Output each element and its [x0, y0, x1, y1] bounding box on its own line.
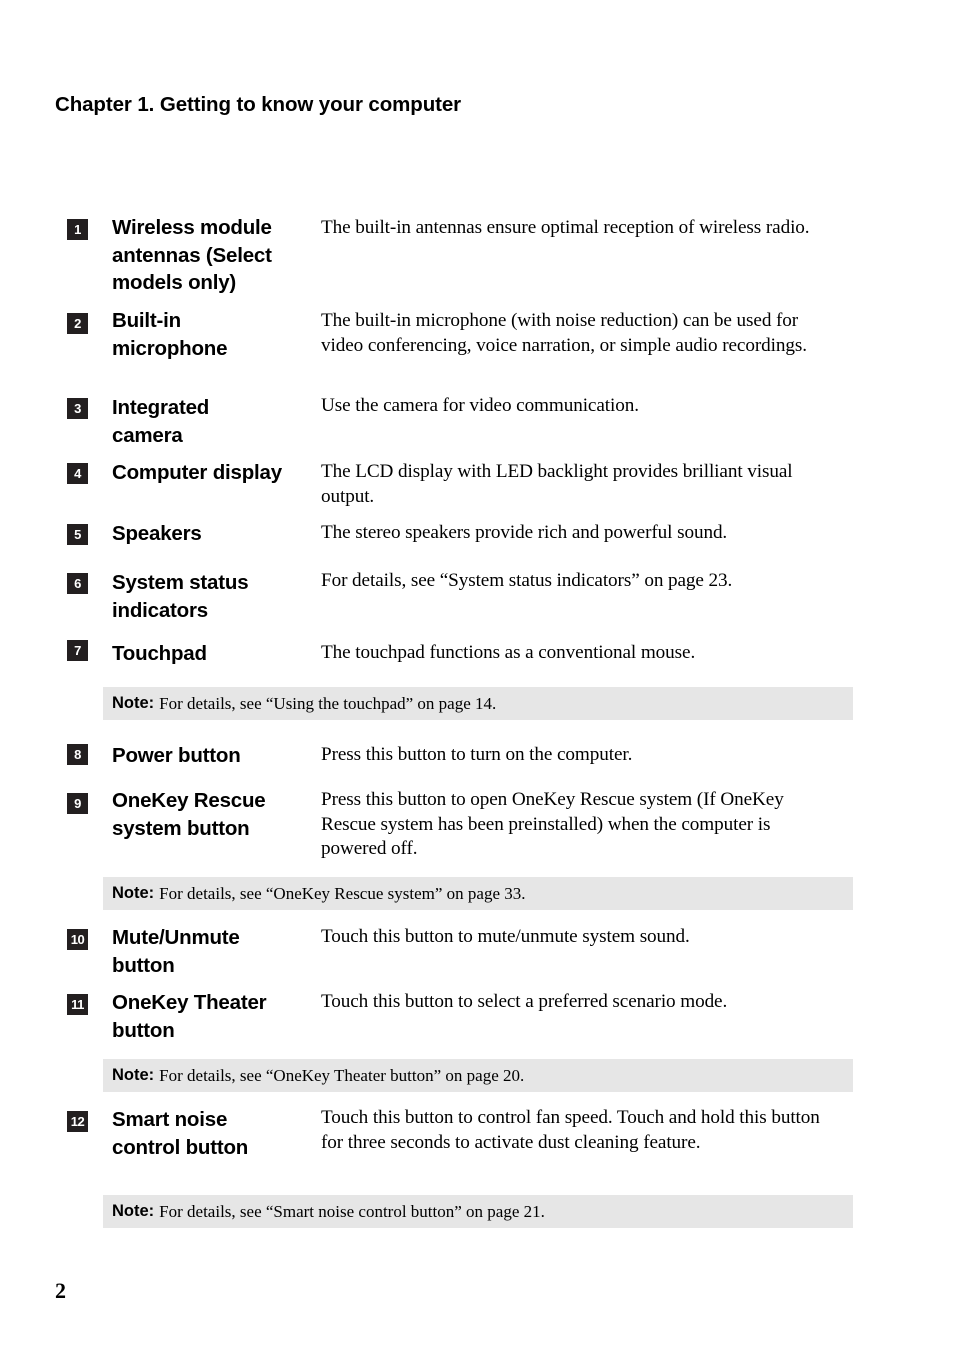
item-label: Wireless module antennas (Select models … [112, 216, 272, 294]
item-description: Use the camera for video communication. [321, 395, 639, 416]
note-label: Note: [112, 884, 155, 902]
item-number-badge: 5 [67, 524, 88, 545]
note-label: Note: [112, 1066, 155, 1084]
item-label: System status indicators [112, 571, 249, 622]
item-description: For details, see “System status indicato… [321, 570, 733, 591]
note-text: For details, see “Using the touchpad” on… [159, 693, 497, 713]
item-number-badge: 10 [67, 929, 88, 950]
chapter-title: Chapter 1. Getting to know your computer [55, 93, 462, 116]
note-label: Note: [112, 1202, 155, 1220]
item-description: The built-in antennas ensure optimal rec… [321, 217, 810, 238]
item-label: OneKey Rescue system button [112, 789, 266, 840]
item-label: Speakers [112, 522, 202, 545]
note-box: Note: For details, see “Using the touchp… [103, 687, 853, 720]
item-number-badge: 8 [67, 744, 88, 765]
item-description: Touch this button to control fan speed. … [321, 1107, 820, 1153]
note-text: For details, see “Smart noise control bu… [159, 1201, 545, 1221]
item-number-badge: 7 [67, 640, 88, 661]
note-text: For details, see “OneKey Theater button”… [159, 1065, 525, 1085]
item-number-badge: 12 [67, 1111, 88, 1132]
item-description: The built-in microphone (with noise redu… [321, 310, 807, 356]
item-label: Power button [112, 744, 241, 767]
note-box: Note: For details, see “OneKey Theater b… [103, 1059, 853, 1092]
item-number-badge: 4 [67, 463, 88, 484]
item-label: Touchpad [112, 642, 207, 665]
item-description: The LCD display with LED backlight provi… [321, 461, 793, 507]
item-description: Touch this button to select a preferred … [321, 991, 728, 1012]
item-number-badge: 1 [67, 219, 88, 240]
item-label: Integrated camera [112, 396, 210, 447]
item-label: Built-in microphone [112, 309, 228, 360]
item-label: Smart noise control button [112, 1108, 249, 1159]
item-description: Press this button to open OneKey Rescue … [321, 789, 784, 859]
item-label: Mute/Unmute button [112, 926, 240, 977]
item-number-badge: 3 [67, 398, 88, 419]
item-description: The touchpad functions as a conventional… [321, 642, 696, 663]
item-label: OneKey Theater button [112, 991, 267, 1042]
item-label: Computer display [112, 461, 282, 484]
item-description: Press this button to turn on the compute… [321, 744, 633, 765]
item-number-badge: 6 [67, 573, 88, 594]
item-number-badge: 2 [67, 313, 88, 334]
note-box: Note: For details, see “Smart noise cont… [103, 1195, 853, 1228]
item-number-badge: 11 [67, 994, 88, 1015]
page-number: 2 [55, 1278, 66, 1303]
note-label: Note: [112, 694, 155, 712]
item-description: Touch this button to mute/unmute system … [321, 926, 690, 947]
item-number-badge: 9 [67, 793, 88, 814]
item-description: The stereo speakers provide rich and pow… [321, 522, 728, 543]
note-text: For details, see “OneKey Rescue system” … [159, 883, 526, 903]
note-box: Note: For details, see “OneKey Rescue sy… [103, 877, 853, 910]
